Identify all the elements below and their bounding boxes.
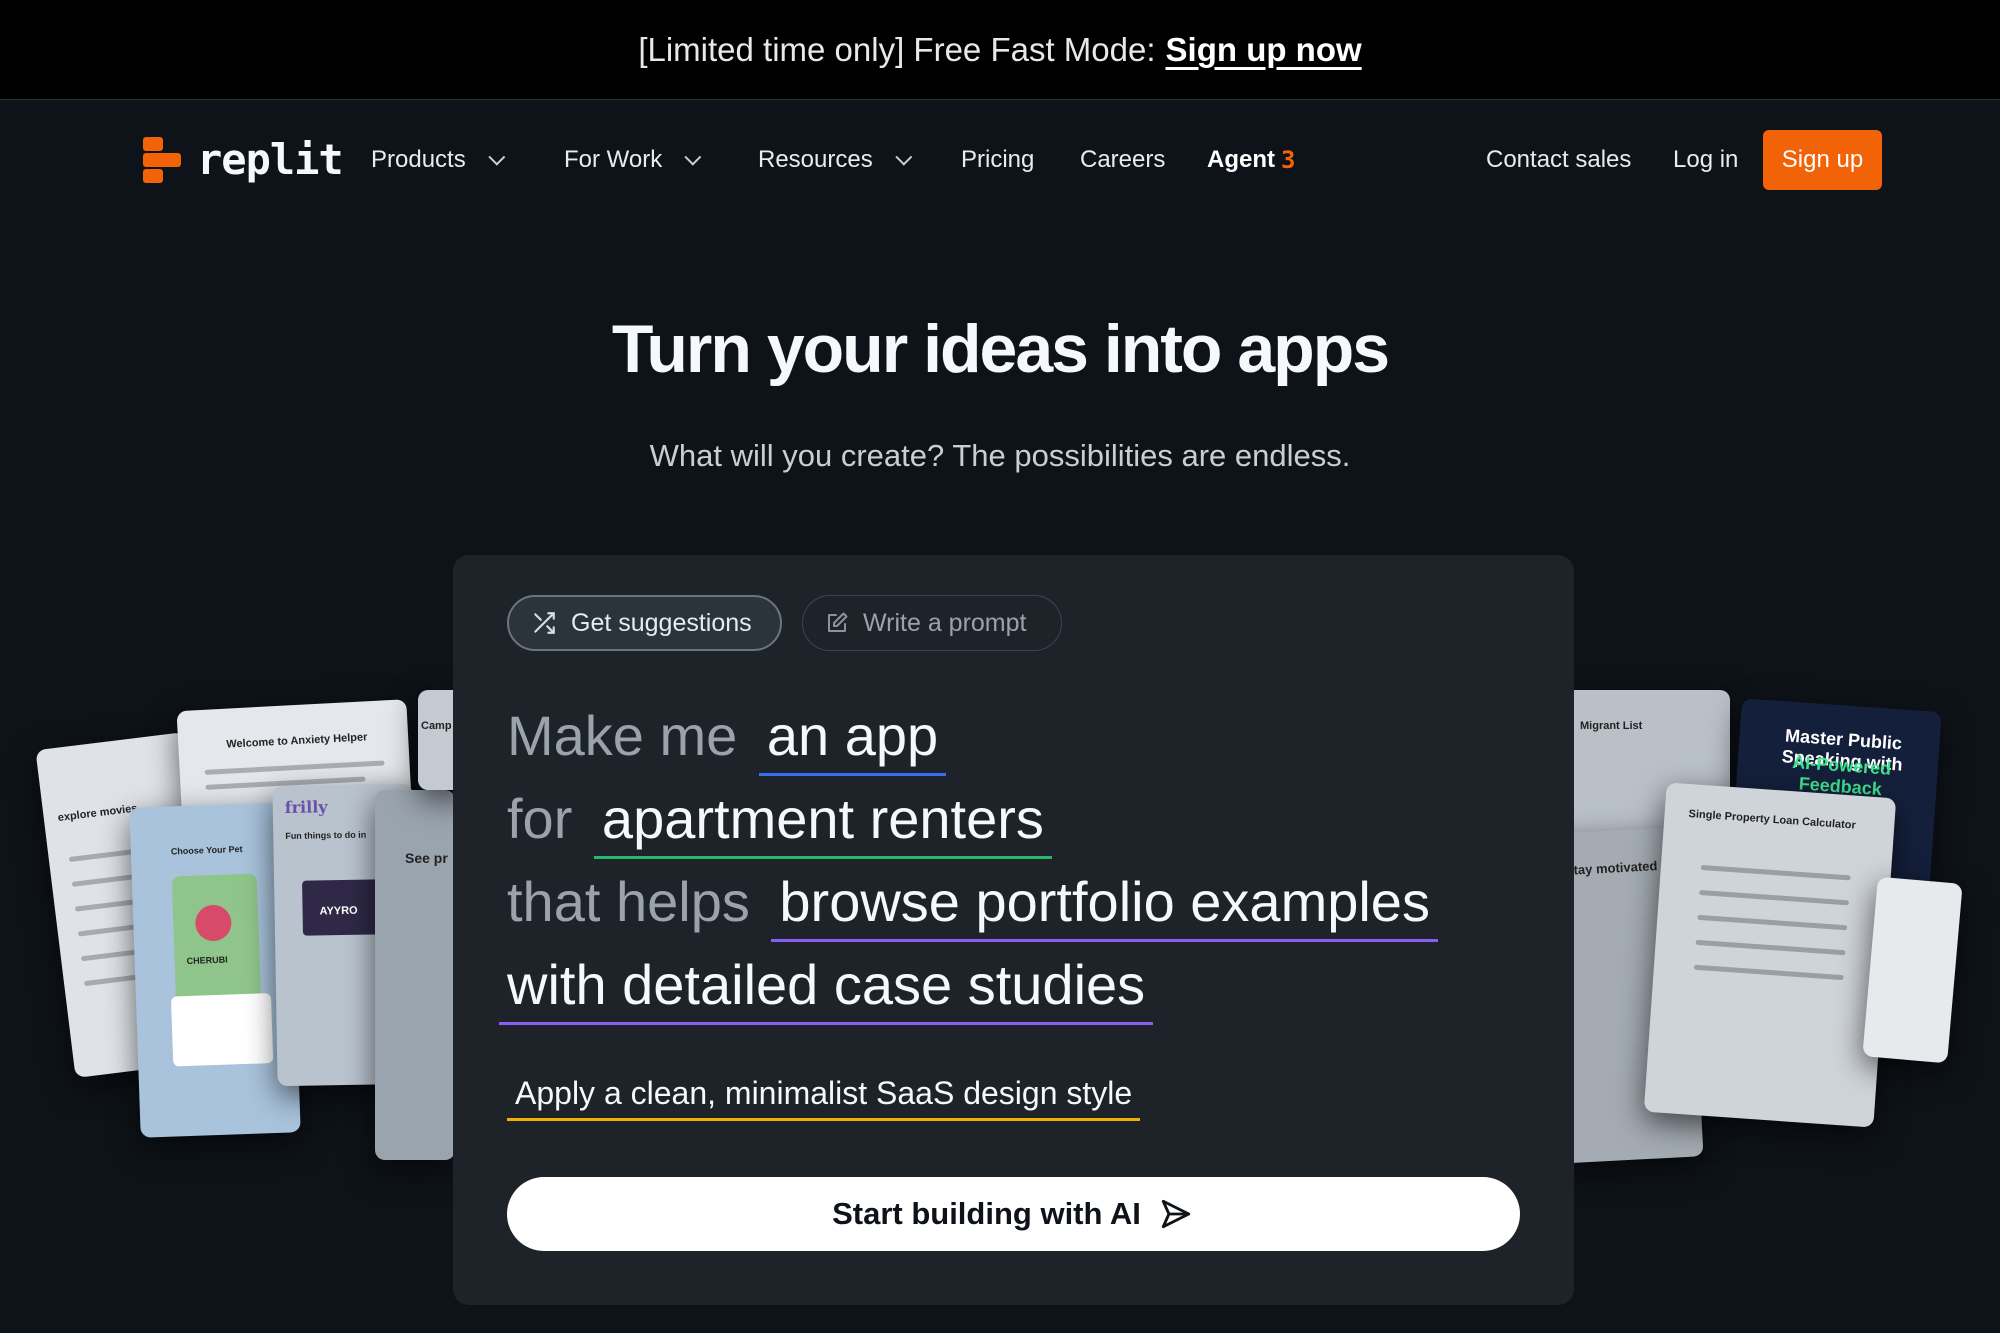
contact-sales-link[interactable]: Contact sales (1486, 146, 1631, 174)
preview-card-track-progress (1862, 876, 1963, 1064)
nav-products-label: Products (371, 146, 466, 173)
banner-signup-link[interactable]: Sign up now (1166, 31, 1362, 69)
signup-button[interactable]: Sign up (1763, 130, 1882, 190)
nav-for-work-label: For Work (564, 146, 663, 173)
prompt-line-2: for apartment renters (507, 786, 1052, 859)
start-building-button[interactable]: Start building with AI (507, 1177, 1520, 1251)
prompt-prefix-3: that helps (507, 870, 750, 933)
login-label: Log in (1673, 146, 1739, 173)
chevron-down-icon (488, 148, 506, 166)
preview-card-anxiety-title: Welcome to Anxiety Helper (226, 731, 368, 751)
prompt-prefix-1: Make me (507, 704, 738, 767)
shuffle-icon (534, 612, 555, 634)
contact-sales-label: Contact sales (1486, 146, 1632, 173)
prompt-chip-audience[interactable]: apartment renters (593, 788, 1052, 859)
replit-logo-icon (143, 136, 181, 183)
prompt-style-chip[interactable]: Apply a clean, minimalist SaaS design st… (507, 1075, 1141, 1121)
get-suggestions-label: Get suggestions (571, 608, 752, 637)
prompt-chip-feature[interactable]: browse portfolio examples (771, 871, 1438, 942)
preview-card-frilly-sub: Fun things to do in (285, 829, 367, 842)
write-prompt-tab[interactable]: Write a prompt (802, 595, 1062, 651)
preview-card-see-pr: See pr (375, 790, 455, 1160)
nav-for-work[interactable]: For Work (564, 146, 702, 174)
prompt-chip-app-type[interactable]: an app (758, 705, 947, 776)
preview-card-camp-title: Camp (421, 720, 452, 732)
preview-card-pet-name: CHERUBI (186, 954, 228, 966)
agent-version-number: 3 (1281, 146, 1296, 174)
preview-card-list-title: Migrant List (1580, 720, 1643, 732)
edit-icon (828, 612, 848, 632)
hero-subtitle: What will you create? The possibilities … (649, 438, 1351, 473)
banner-text: [Limited time only] Free Fast Mode: (638, 30, 1156, 68)
preview-card-loan-calculator: Single Property Loan Calculator (1643, 782, 1897, 1128)
preview-card-loan-title: Single Property Loan Calculator (1688, 807, 1857, 832)
get-suggestions-tab[interactable]: Get suggestions (507, 595, 782, 651)
top-nav: replit Products For Work Resources Prici… (0, 101, 2000, 217)
prompt-prefix-2: for (507, 787, 573, 850)
chevron-down-icon (684, 148, 702, 166)
write-prompt-label: Write a prompt (863, 608, 1027, 637)
nav-agent-label: Agent (1207, 146, 1275, 173)
prompt-line-3: that helps browse portfolio examples (507, 869, 1438, 942)
prompt-line-4: with detailed case studies (499, 952, 1154, 1025)
preview-card-pet-title: Choose Your Pet (170, 843, 243, 857)
preview-card-see-pr-title: See pr (405, 850, 448, 866)
nav-careers-label: Careers (1080, 146, 1166, 173)
start-building-label: Start building with AI (832, 1196, 1141, 1231)
nav-agent[interactable]: Agent 3 (1207, 146, 1295, 174)
preview-card-frilly-brand: AYYRO (319, 904, 358, 918)
nav-pricing-label: Pricing (961, 146, 1035, 173)
prompt-line-1: Make me an app (507, 703, 947, 776)
nav-resources[interactable]: Resources (758, 146, 913, 174)
replit-logo[interactable]: replit (143, 135, 344, 184)
send-icon (1161, 1199, 1191, 1229)
nav-resources-label: Resources (758, 146, 873, 173)
nav-pricing[interactable]: Pricing (961, 146, 1034, 174)
nav-careers[interactable]: Careers (1080, 146, 1165, 174)
login-link[interactable]: Log in (1673, 146, 1738, 174)
preview-card-frilly-title: frilly (284, 797, 328, 818)
prompt-chip-feature-detail[interactable]: with detailed case studies (499, 954, 1154, 1025)
hero-title: Turn your ideas into apps (611, 311, 1390, 387)
nav-products[interactable]: Products (371, 146, 506, 174)
chevron-down-icon (895, 148, 913, 166)
announcement-banner: [Limited time only] Free Fast Mode: Sign… (0, 0, 2000, 100)
prompt-builder-card: Get suggestions Write a prompt Make me a… (453, 555, 1574, 1305)
preview-card-motivation-title: stay motivated (1566, 858, 1658, 878)
replit-wordmark: replit (197, 135, 344, 184)
preview-card-movies-title: explore movies (57, 802, 139, 825)
